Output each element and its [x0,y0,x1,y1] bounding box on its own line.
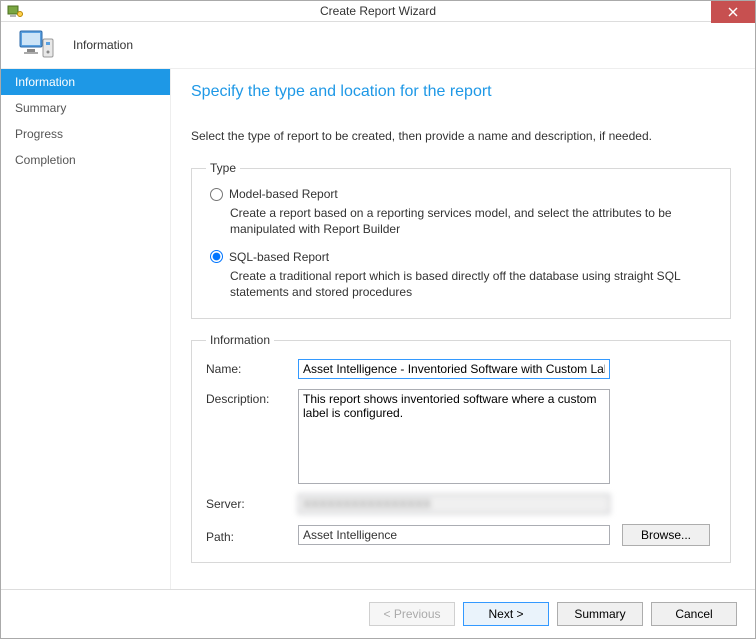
sidebar-item-label: Completion [15,153,76,167]
description-label: Description: [206,389,298,406]
name-input[interactable] [298,359,610,379]
type-fieldset: Type Model-based Report Create a report … [191,161,731,319]
sidebar-item-completion[interactable]: Completion [1,147,170,173]
close-button[interactable] [711,1,755,23]
body: Information Summary Progress Completion … [1,68,755,589]
sidebar-item-label: Progress [15,127,63,141]
footer: < Previous Next > Summary Cancel [1,589,755,638]
next-button[interactable]: Next > [463,602,549,626]
radio-sql-based[interactable]: SQL-based Report [210,250,716,264]
information-fieldset: Information Name: Description: This repo… [191,333,731,563]
radio-model-based[interactable]: Model-based Report [210,187,716,201]
sidebar: Information Summary Progress Completion [1,69,171,589]
sidebar-item-label: Summary [15,101,66,115]
type-legend: Type [206,161,240,175]
titlebar: Create Report Wizard [1,1,755,22]
sidebar-item-summary[interactable]: Summary [1,95,170,121]
radio-model-based-input[interactable] [210,188,223,201]
content: Specify the type and location for the re… [171,69,755,589]
previous-button: < Previous [369,602,455,626]
name-label: Name: [206,359,298,376]
browse-button[interactable]: Browse... [622,524,710,546]
summary-button[interactable]: Summary [557,602,643,626]
window-title: Create Report Wizard [320,4,436,18]
header: Information [1,22,755,69]
radio-model-based-desc: Create a report based on a reporting ser… [230,205,716,237]
radio-sql-based-input[interactable] [210,250,223,263]
wizard-window: Create Report Wizard Information [0,0,756,639]
server-label: Server: [206,494,298,511]
path-input [298,525,610,545]
server-input [298,494,610,514]
radio-model-based-label: Model-based Report [229,187,338,201]
app-icon [7,3,23,19]
sidebar-item-information[interactable]: Information [1,69,170,95]
sidebar-item-progress[interactable]: Progress [1,121,170,147]
sidebar-item-label: Information [15,75,75,89]
cancel-button[interactable]: Cancel [651,602,737,626]
header-title: Information [73,38,133,52]
computer-icon [17,25,57,65]
description-textarea[interactable]: This report shows inventoried software w… [298,389,610,484]
radio-sql-based-desc: Create a traditional report which is bas… [230,268,716,300]
page-heading: Specify the type and location for the re… [191,83,731,101]
information-legend: Information [206,333,274,347]
page-instruction: Select the type of report to be created,… [191,129,731,143]
radio-sql-based-label: SQL-based Report [229,250,329,264]
path-label: Path: [206,527,298,544]
